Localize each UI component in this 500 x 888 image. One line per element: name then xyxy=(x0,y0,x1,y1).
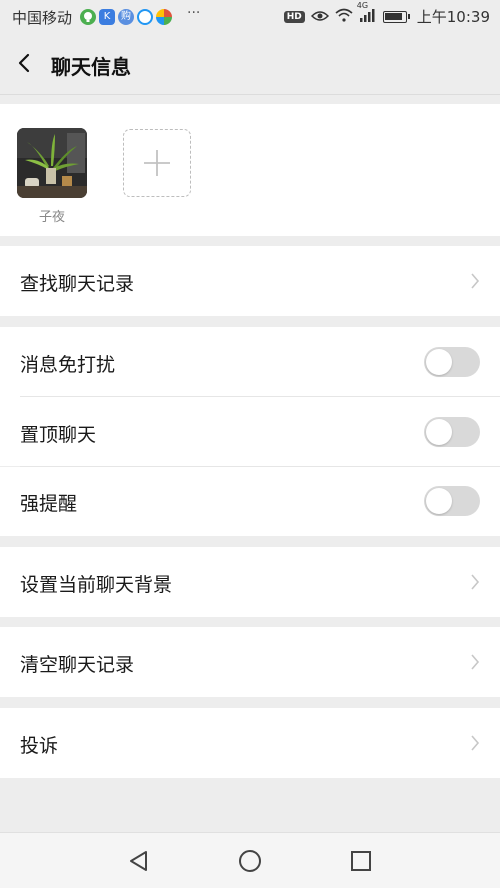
member-avatar[interactable] xyxy=(17,128,87,198)
strong-reminder-label: 强提醒 xyxy=(20,493,78,515)
nav-home-button[interactable] xyxy=(236,847,264,875)
eye-icon xyxy=(310,8,329,26)
sticky-chat-row: 置顶聊天 xyxy=(0,397,500,466)
avatar-photo xyxy=(17,128,87,198)
network-type-label: 4G xyxy=(356,0,369,10)
battery-icon xyxy=(382,10,410,23)
search-chat-history-row[interactable]: 查找聊天记录 xyxy=(0,246,500,316)
toggle-knob xyxy=(426,349,452,375)
report-row[interactable]: 投诉 xyxy=(0,708,500,778)
member-name: 子夜 xyxy=(38,210,65,225)
mute-toggle[interactable] xyxy=(424,347,480,377)
chevron-right-icon xyxy=(471,273,480,289)
status-right: HD 4G 上午10:39 xyxy=(283,1,490,27)
k-app-icon: K xyxy=(99,9,115,25)
notification-icons: K 购 xyxy=(80,9,172,25)
nav-recents-button[interactable] xyxy=(347,847,375,875)
wifi-icon xyxy=(335,8,353,26)
back-button[interactable] xyxy=(10,48,40,78)
search-chat-history-label: 查找聊天记录 xyxy=(20,273,135,295)
toggle-knob xyxy=(426,419,452,445)
nav-back-button[interactable] xyxy=(125,847,153,875)
plus-icon xyxy=(144,150,170,176)
set-chat-background-row[interactable]: 设置当前聊天背景 xyxy=(0,547,500,617)
strong-reminder-row: 强提醒 xyxy=(0,467,500,536)
chevron-right-icon xyxy=(471,574,480,590)
report-label: 投诉 xyxy=(20,735,59,757)
carrier-label: 中国移动 xyxy=(12,9,73,27)
add-member-button[interactable] xyxy=(123,129,191,197)
strong-reminder-toggle[interactable] xyxy=(424,486,480,516)
sticky-chat-label: 置顶聊天 xyxy=(20,424,97,446)
chevron-right-icon xyxy=(471,654,480,670)
members-panel: 子夜 xyxy=(0,104,500,236)
toggle-knob xyxy=(426,488,452,514)
chevron-right-icon xyxy=(471,735,480,751)
more-notifications-icon: ··· xyxy=(187,5,201,21)
circle-home-icon xyxy=(239,850,261,872)
mute-label: 消息免打扰 xyxy=(20,354,116,376)
purchase-app-icon: 购 xyxy=(118,9,134,25)
status-bar: 中国移动 K 购 ··· HD 4G 上午10:39 xyxy=(0,0,500,34)
triangle-back-icon xyxy=(130,851,147,871)
set-chat-background-label: 设置当前聊天背景 xyxy=(20,574,173,596)
system-nav-bar xyxy=(0,832,500,888)
clear-chat-history-label: 清空聊天记录 xyxy=(20,654,135,676)
signal-icon: 4G xyxy=(357,1,377,26)
sticky-chat-toggle[interactable] xyxy=(424,417,480,447)
circle-app-icon xyxy=(137,9,153,25)
page-title: 聊天信息 xyxy=(51,55,131,79)
hd-badge: HD xyxy=(283,10,305,23)
wechat-lightbulb-icon xyxy=(80,9,96,25)
mute-row: 消息免打扰 xyxy=(0,327,500,397)
header: 聊天信息 xyxy=(0,34,500,94)
colorful-app-icon xyxy=(156,9,172,25)
back-arrow-icon xyxy=(18,53,30,73)
clock: 上午10:39 xyxy=(416,8,490,26)
header-divider xyxy=(0,94,500,95)
clear-chat-history-row[interactable]: 清空聊天记录 xyxy=(0,627,500,697)
square-recents-icon xyxy=(351,851,371,871)
